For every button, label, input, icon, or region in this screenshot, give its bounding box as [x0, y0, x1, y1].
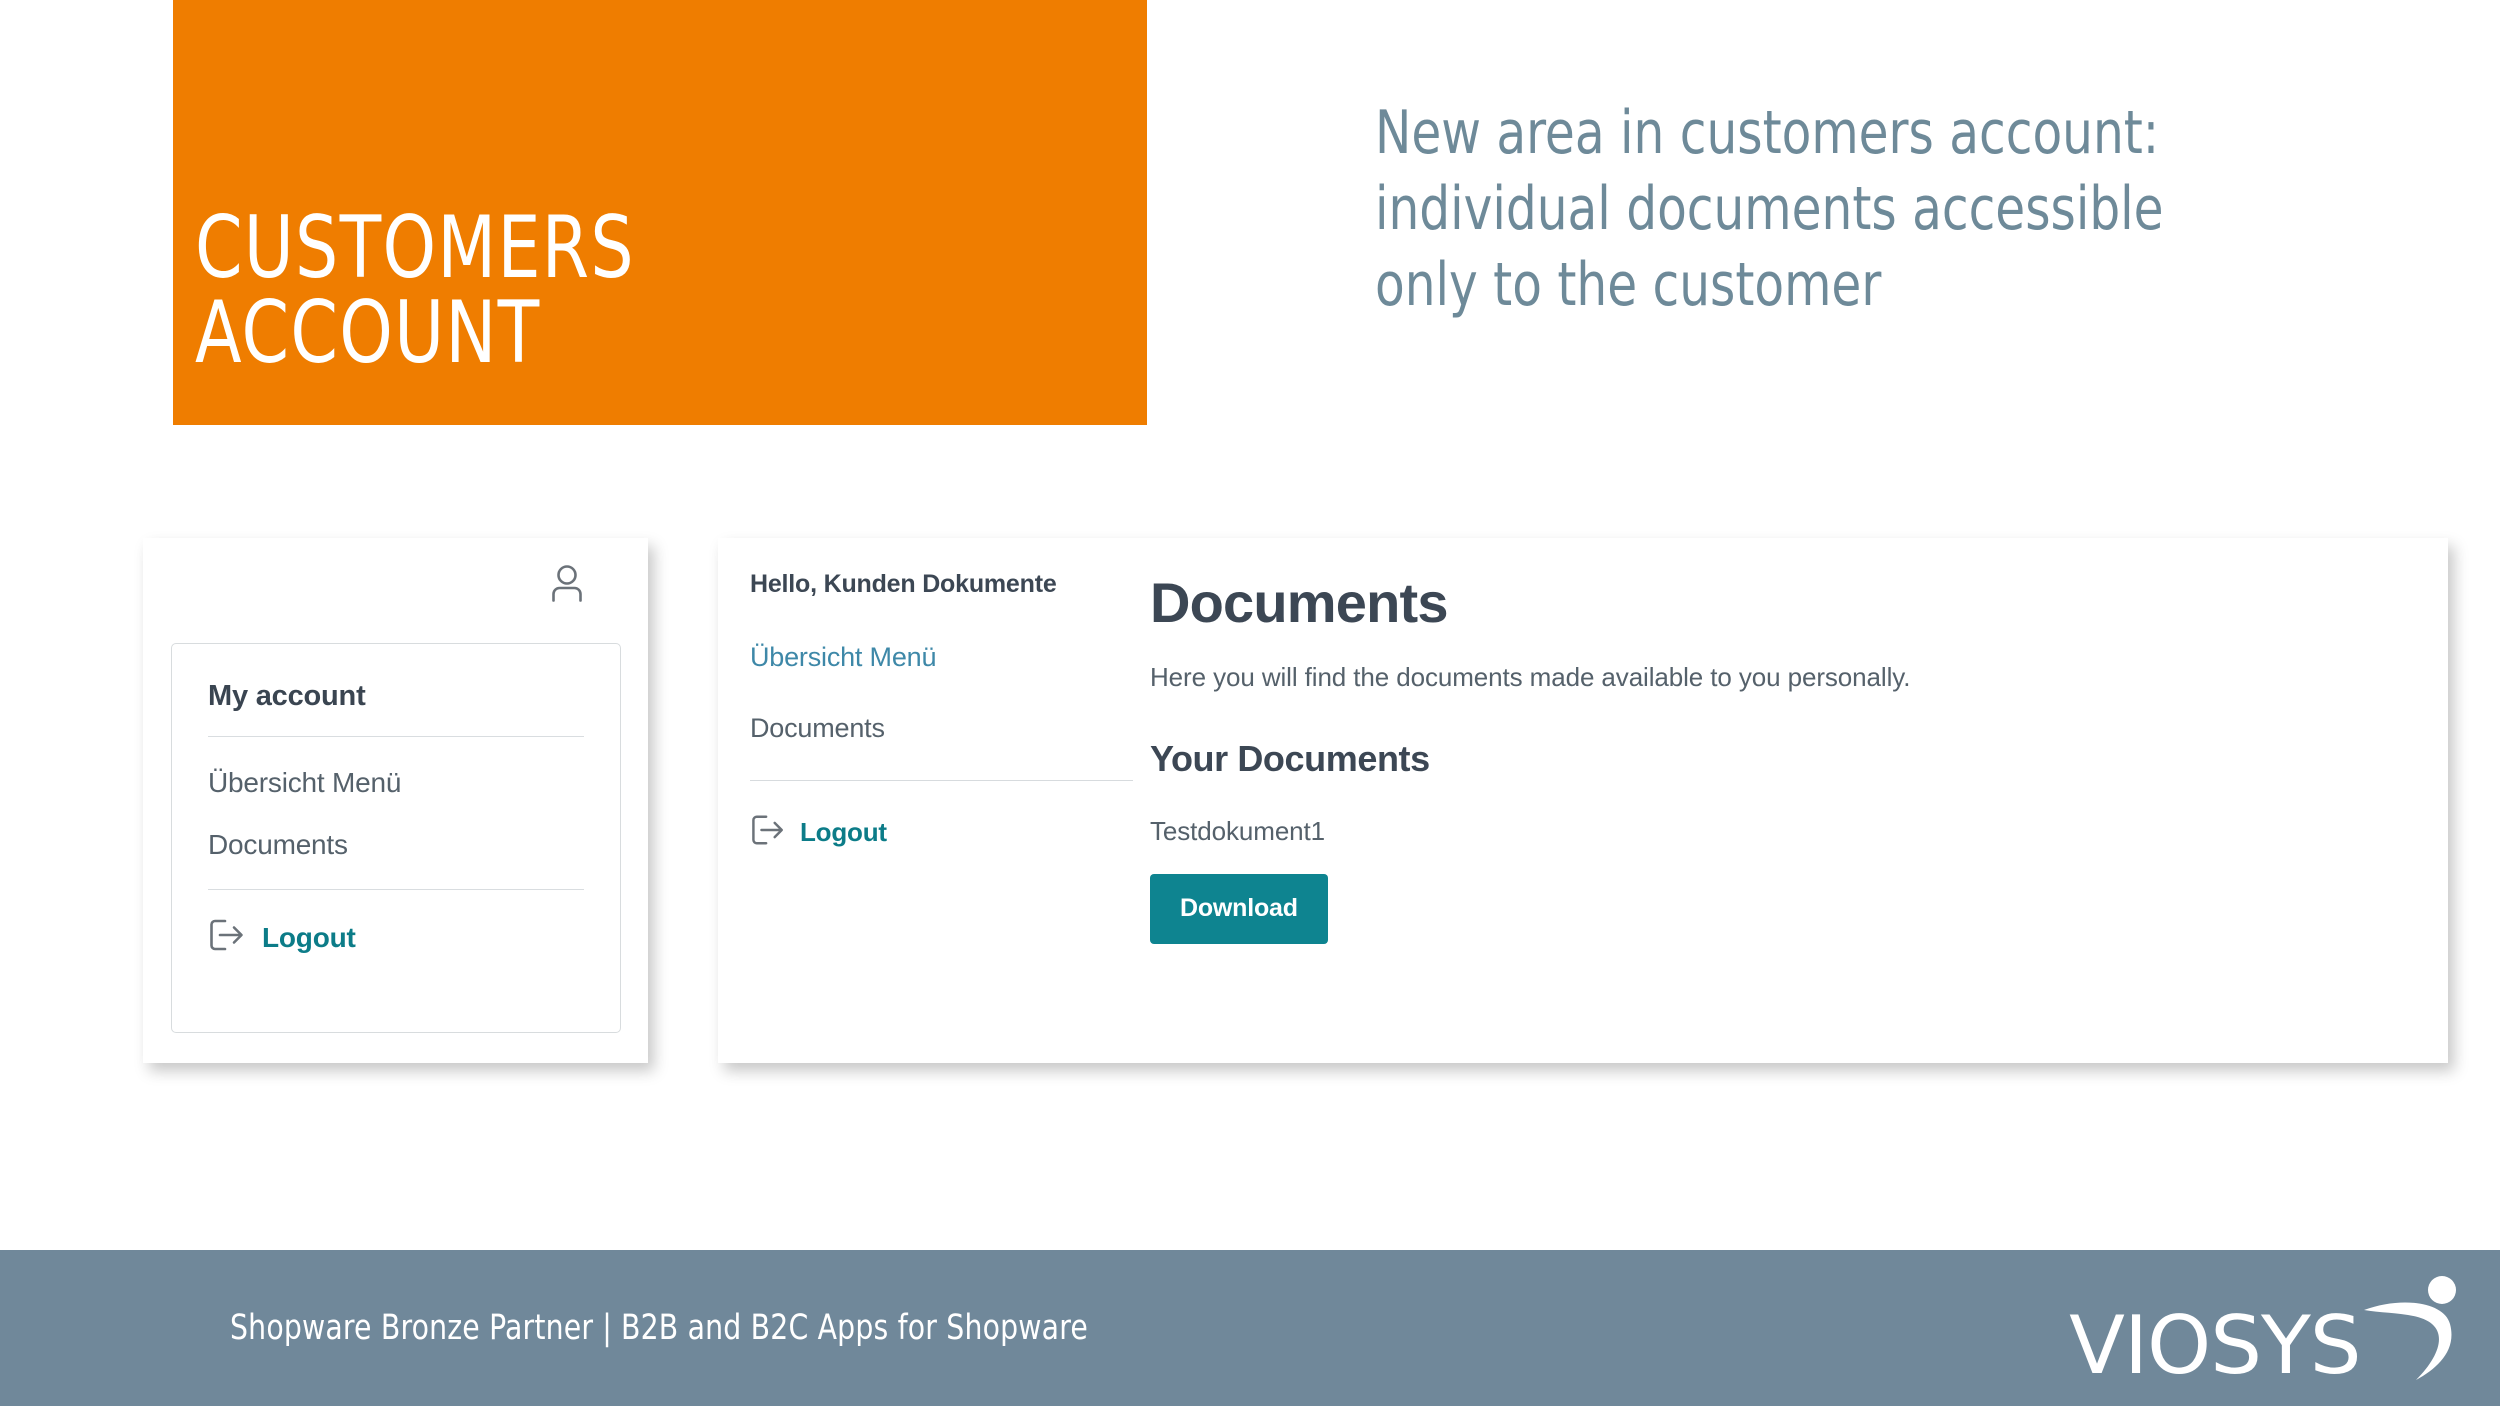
- download-button[interactable]: Download: [1150, 873, 1328, 944]
- account-logout-button[interactable]: Logout: [208, 917, 584, 958]
- slide-footer: Shopware Bronze Partner | B2B and B2C Apps…: [0, 1250, 2500, 1406]
- page-intro-text: Here you will find the documents made av…: [1150, 661, 1911, 692]
- account-logout-label: Logout: [262, 921, 356, 953]
- person-icon: [544, 562, 590, 608]
- viosys-logo: VIOSYS: [2069, 1270, 2478, 1392]
- footer-text: Shopware Bronze Partner | B2B and B2C Apps…: [230, 1308, 1088, 1348]
- customers-account-badge: CUSTOMERS ACCOUNT: [173, 0, 1147, 425]
- logout-icon: [208, 917, 248, 958]
- footer-apps-text: B2B and B2C Apps for Shopware: [620, 1308, 1088, 1348]
- nav-logout-button[interactable]: Logout: [750, 813, 1110, 852]
- nav-logout-label: Logout: [800, 817, 887, 847]
- viosys-wordmark: VIOSYS: [2069, 1299, 2361, 1392]
- nav-item-documents[interactable]: Documents: [750, 713, 1110, 744]
- account-card-title: My account: [208, 680, 366, 712]
- divider-top: [208, 736, 584, 737]
- page-title: Documents: [1150, 571, 1449, 634]
- document-list-item: Testdokument1 Download: [1150, 816, 2390, 944]
- logout-icon: [750, 813, 788, 852]
- documents-content: Documents Here you will find the documen…: [1150, 558, 2390, 944]
- footer-separator: |: [602, 1308, 612, 1348]
- nav-item-uebersicht-menue[interactable]: Übersicht Menü: [750, 642, 1110, 673]
- documents-page-panel: Hello, Kunden Dokumente Übersicht Menü D…: [718, 538, 2448, 1063]
- viosys-figure-icon: [2364, 1276, 2456, 1380]
- documents-side-nav: Hello, Kunden Dokumente Übersicht Menü D…: [750, 568, 1133, 852]
- footer-partner-text: Shopware Bronze Partner: [230, 1308, 594, 1348]
- section-title-your-documents: Your Documents: [1150, 737, 1430, 779]
- account-menu-panel: My account Übersicht Menü Documents Logo…: [143, 538, 648, 1063]
- account-card: My account Übersicht Menü Documents Logo…: [171, 643, 621, 1033]
- slide-headline: New area in customers account: individua…: [1375, 98, 2164, 321]
- account-link-uebersicht-menue[interactable]: Übersicht Menü: [208, 767, 584, 799]
- account-link-documents[interactable]: Documents: [208, 829, 584, 861]
- document-file-name: Testdokument1: [1150, 815, 1326, 846]
- nav-greeting: Hello, Kunden Dokumente: [750, 570, 1057, 598]
- divider-bottom: [208, 889, 584, 890]
- nav-divider: [750, 780, 1133, 781]
- badge-title: CUSTOMERS ACCOUNT: [195, 198, 635, 383]
